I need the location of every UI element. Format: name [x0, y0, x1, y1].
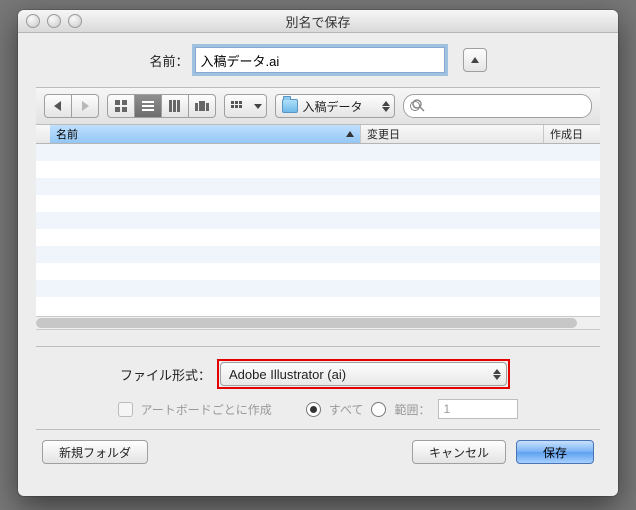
titlebar: 別名で保存: [18, 10, 618, 33]
window-title: 別名で保存: [18, 12, 618, 31]
list-row: [36, 178, 600, 195]
radio-range: [371, 402, 386, 417]
grid-arrange-icon: [231, 101, 243, 111]
chevron-down-icon: [493, 375, 501, 380]
cancel-button[interactable]: キャンセル: [412, 440, 506, 464]
format-label: ファイル形式：: [120, 365, 211, 384]
search-icon: [411, 98, 425, 112]
coverflow-view-icon: [195, 101, 209, 111]
filename-input[interactable]: [195, 47, 445, 73]
list-row: [36, 144, 600, 161]
radio-all: [306, 402, 321, 417]
minimize-icon[interactable]: [47, 14, 61, 28]
range-input: [438, 399, 518, 419]
nav-back-forward: [44, 94, 99, 118]
list-row: [36, 246, 600, 263]
back-button[interactable]: [44, 94, 72, 118]
view-coverflow-button[interactable]: [189, 94, 216, 118]
column-view-icon: [169, 100, 181, 112]
save-button[interactable]: 保存: [516, 440, 594, 464]
location-popup[interactable]: 入稿データ: [275, 94, 395, 118]
folder-icon: [282, 99, 298, 113]
view-list-button[interactable]: [135, 94, 162, 118]
triangle-left-icon: [54, 101, 62, 111]
location-label: 入稿データ: [303, 98, 363, 115]
browser-toolbar: 入稿データ: [36, 87, 600, 125]
format-value: Adobe Illustrator (ai): [229, 367, 346, 382]
list-row: [36, 161, 600, 178]
expand-collapse-button[interactable]: [463, 48, 487, 72]
radio-range-label: 範囲：: [394, 401, 430, 418]
zoom-icon[interactable]: [68, 14, 82, 28]
chevron-up-icon: [382, 101, 390, 106]
search-input[interactable]: [403, 94, 592, 118]
filename-row: 名前：: [36, 47, 600, 73]
forward-button[interactable]: [72, 94, 99, 118]
save-as-dialog: 別名で保存 名前：: [18, 10, 618, 496]
footer: 新規フォルダ キャンセル 保存: [36, 430, 600, 464]
column-name[interactable]: 名前: [50, 125, 361, 143]
chevron-down-icon: [254, 104, 262, 109]
scroll-thumb[interactable]: [36, 318, 577, 328]
list-view-icon: [142, 101, 154, 111]
icon-view-icon: [115, 100, 127, 112]
file-list[interactable]: [36, 144, 600, 316]
view-columns-button[interactable]: [162, 94, 189, 118]
format-highlight: Adobe Illustrator (ai): [217, 359, 510, 389]
list-row: [36, 263, 600, 280]
list-row: [36, 212, 600, 229]
list-row: [36, 280, 600, 297]
format-block: ファイル形式： Adobe Illustrator (ai) アートボードごとに…: [36, 346, 600, 430]
horizontal-scrollbar[interactable]: [36, 316, 600, 330]
list-row: [36, 195, 600, 212]
search-wrap: [403, 94, 592, 118]
traffic-lights: [26, 14, 82, 28]
artboard-checkbox: [118, 402, 133, 417]
view-icon-button[interactable]: [107, 94, 135, 118]
list-header: 名前 変更日 作成日: [36, 125, 600, 144]
column-created[interactable]: 作成日: [544, 125, 600, 143]
column-modified[interactable]: 変更日: [361, 125, 544, 143]
chevron-up-icon: [493, 369, 501, 374]
list-row: [36, 229, 600, 246]
radio-all-label: すべて: [329, 401, 364, 418]
format-popup[interactable]: Adobe Illustrator (ai): [220, 362, 507, 386]
artboard-checkbox-label: アートボードごとに作成: [141, 401, 272, 418]
triangle-right-icon: [81, 101, 89, 111]
chevron-up-icon: [470, 56, 480, 64]
chevron-down-icon: [382, 107, 390, 112]
arrange-popup[interactable]: [224, 94, 267, 118]
filename-label: 名前：: [149, 51, 188, 70]
artboard-row: アートボードごとに作成 すべて 範囲：: [50, 399, 586, 419]
list-row: [36, 297, 600, 314]
close-icon[interactable]: [26, 14, 40, 28]
view-mode-group: [107, 94, 216, 118]
new-folder-button[interactable]: 新規フォルダ: [42, 440, 148, 464]
